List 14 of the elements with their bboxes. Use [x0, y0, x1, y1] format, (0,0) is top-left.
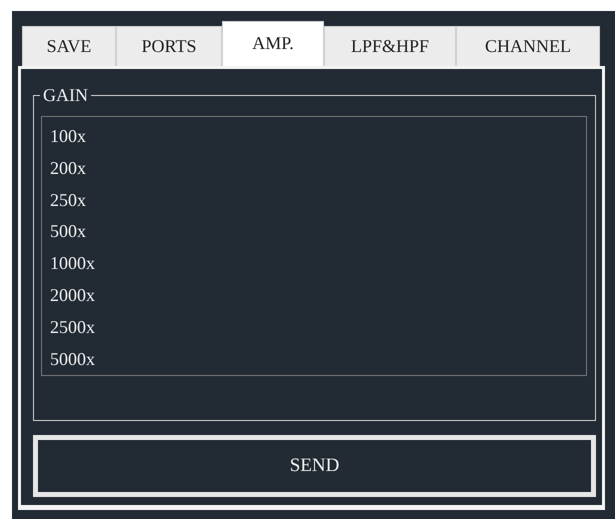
list-item[interactable]: 250x [50, 184, 86, 216]
tab[interactable]: SAVE [22, 26, 116, 66]
send-button[interactable]: SEND [33, 435, 596, 497]
tab[interactable]: LPF&HPF [324, 26, 456, 66]
tab[interactable]: PORTS [116, 26, 222, 66]
tab[interactable]: AMP. [222, 21, 324, 66]
list-item[interactable]: 100x [50, 121, 86, 153]
tab[interactable]: CHANNEL [456, 26, 600, 66]
list-item[interactable]: 1000x [50, 248, 95, 280]
list-item[interactable]: 5000x [50, 344, 95, 376]
list-item[interactable]: 500x [50, 216, 86, 248]
list-item[interactable]: 200x [50, 152, 86, 185]
list-item[interactable]: 2000x [50, 280, 95, 312]
list-item[interactable]: 2500x [50, 312, 95, 344]
